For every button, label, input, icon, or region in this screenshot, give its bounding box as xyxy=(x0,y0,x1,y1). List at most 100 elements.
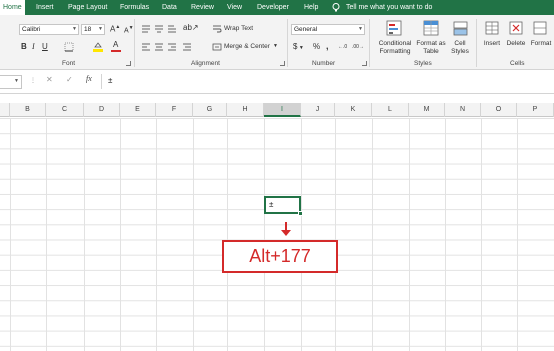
format-as-table-label-2: Table xyxy=(423,48,439,55)
enter-icon[interactable]: ✓ xyxy=(66,75,73,84)
increase-font-icon[interactable]: A▲ xyxy=(110,24,120,34)
column-header-d[interactable]: D xyxy=(84,103,120,117)
shortcut-callout: Alt+177 xyxy=(222,240,338,273)
delete-cells-icon xyxy=(509,21,523,35)
select-all-corner[interactable] xyxy=(0,103,10,117)
font-name-combo[interactable]: Calibri ▼ xyxy=(19,24,79,35)
tab-view[interactable]: View xyxy=(227,0,242,15)
insert-cells-button[interactable]: Insert xyxy=(481,40,503,48)
font-size-value: 18 xyxy=(84,26,92,33)
name-box[interactable]: ▼ xyxy=(0,75,22,89)
grid-line xyxy=(227,118,228,351)
font-color-button[interactable]: A xyxy=(113,40,118,49)
grid-line xyxy=(10,118,11,351)
format-cells-button[interactable]: Format xyxy=(528,40,554,48)
delete-cells-button[interactable]: Delete xyxy=(505,40,527,48)
cells-group-label: Cells xyxy=(510,60,525,67)
worksheet-grid[interactable]: B C D E F G H I J K L M N O P xyxy=(0,103,554,351)
underline-button[interactable]: U xyxy=(42,42,48,51)
chevron-down-icon: ▼ xyxy=(358,26,363,32)
currency-button[interactable]: $ ▼ xyxy=(293,42,304,51)
format-cells-icon xyxy=(533,21,547,35)
ribbon: Calibri ▼ 18 ▼ A▲ A▼ B I U A Font ab↗ Wr… xyxy=(0,15,554,70)
group-separator xyxy=(134,19,135,67)
group-separator xyxy=(476,19,477,67)
column-header-g[interactable]: G xyxy=(193,103,227,117)
tab-home[interactable]: Home xyxy=(0,0,25,15)
active-cell[interactable]: ± xyxy=(264,196,301,214)
grid-line xyxy=(264,118,265,351)
tell-me-search[interactable]: Tell me what you want to do xyxy=(346,0,432,15)
format-as-table-button[interactable]: Format as Table xyxy=(412,40,450,56)
grid-line xyxy=(517,118,518,351)
conditional-formatting-icon xyxy=(386,20,402,36)
font-size-combo[interactable]: 18 ▼ xyxy=(81,24,105,35)
cell-styles-button[interactable]: Cell Styles xyxy=(446,40,474,56)
grid-line xyxy=(372,118,373,351)
delete-cells-label: Delete xyxy=(506,40,526,47)
grid-line xyxy=(193,118,194,351)
column-header-k[interactable]: K xyxy=(335,103,372,117)
ribbon-tab-bar: Home Insert Page Layout Formulas Data Re… xyxy=(0,0,554,15)
conditional-formatting-button[interactable]: Conditional Formatting xyxy=(374,40,416,56)
horizontal-align-icons[interactable] xyxy=(141,42,201,52)
cancel-icon[interactable]: ✕ xyxy=(46,75,53,84)
tab-data[interactable]: Data xyxy=(162,0,177,15)
decrease-decimal-icon[interactable]: .00→ xyxy=(352,44,364,50)
number-group-label: Number xyxy=(312,60,336,67)
tab-help[interactable]: Help xyxy=(304,0,318,15)
column-header-m[interactable]: M xyxy=(409,103,445,117)
increase-decimal-icon[interactable]: ←.0 xyxy=(338,44,347,50)
fill-handle[interactable] xyxy=(298,211,303,216)
format-as-table-icon xyxy=(423,20,439,36)
group-separator xyxy=(369,19,370,67)
column-header-e[interactable]: E xyxy=(120,103,156,117)
italic-button[interactable]: I xyxy=(32,42,35,51)
number-dialog-launcher[interactable] xyxy=(362,61,367,66)
chevron-down-icon[interactable]: ▼ xyxy=(273,43,278,49)
grid-line xyxy=(156,118,157,351)
group-separator xyxy=(287,19,288,67)
format-as-table-label-1: Format as xyxy=(416,40,446,47)
font-dialog-launcher[interactable] xyxy=(126,61,131,66)
alignment-group-label: Alignment xyxy=(191,60,220,67)
column-header-p[interactable]: P xyxy=(517,103,554,117)
column-header-c[interactable]: C xyxy=(46,103,84,117)
more-options-icon[interactable]: ⋮ xyxy=(30,77,36,84)
column-header-n[interactable]: N xyxy=(445,103,481,117)
borders-icon[interactable] xyxy=(64,42,76,52)
column-header-b[interactable]: B xyxy=(10,103,46,117)
conditional-formatting-label-1: Conditional xyxy=(378,40,412,47)
styles-group-label: Styles xyxy=(414,60,432,67)
column-header-f[interactable]: F xyxy=(156,103,193,117)
merge-center-button[interactable]: Merge & Center xyxy=(224,43,270,50)
lightbulb-icon xyxy=(332,3,340,12)
comma-style-button[interactable]: , xyxy=(326,41,329,51)
font-group-label: Font xyxy=(62,60,76,67)
column-header-i[interactable]: I xyxy=(264,103,301,117)
grid-line xyxy=(481,118,482,351)
column-header-l[interactable]: L xyxy=(372,103,409,117)
insert-function-button[interactable]: fx xyxy=(86,74,92,83)
column-header-o[interactable]: O xyxy=(481,103,517,117)
alignment-dialog-launcher[interactable] xyxy=(280,61,285,66)
tab-formulas[interactable]: Formulas xyxy=(120,0,149,15)
cell-styles-label-2: Styles xyxy=(451,48,469,55)
wrap-text-button[interactable]: Wrap Text xyxy=(224,25,253,32)
column-header-h[interactable]: H xyxy=(227,103,264,117)
tab-insert[interactable]: Insert xyxy=(36,0,54,15)
tab-developer[interactable]: Developer xyxy=(257,0,289,15)
bold-button[interactable]: B xyxy=(21,42,27,51)
decrease-font-icon[interactable]: A▼ xyxy=(124,25,134,34)
percent-button[interactable]: % xyxy=(313,42,320,51)
fill-color-icon[interactable] xyxy=(92,41,106,52)
font-color-swatch xyxy=(111,50,121,52)
formula-input[interactable]: ± xyxy=(101,74,554,89)
font-color-letter: A xyxy=(113,40,119,49)
orientation-icon[interactable]: ab↗ xyxy=(183,23,199,32)
tab-page-layout[interactable]: Page Layout xyxy=(68,0,107,15)
number-format-combo[interactable]: General ▼ xyxy=(291,24,365,35)
column-header-j[interactable]: J xyxy=(301,103,335,117)
chevron-down-icon: ▼ xyxy=(14,78,19,84)
tab-review[interactable]: Review xyxy=(191,0,214,15)
